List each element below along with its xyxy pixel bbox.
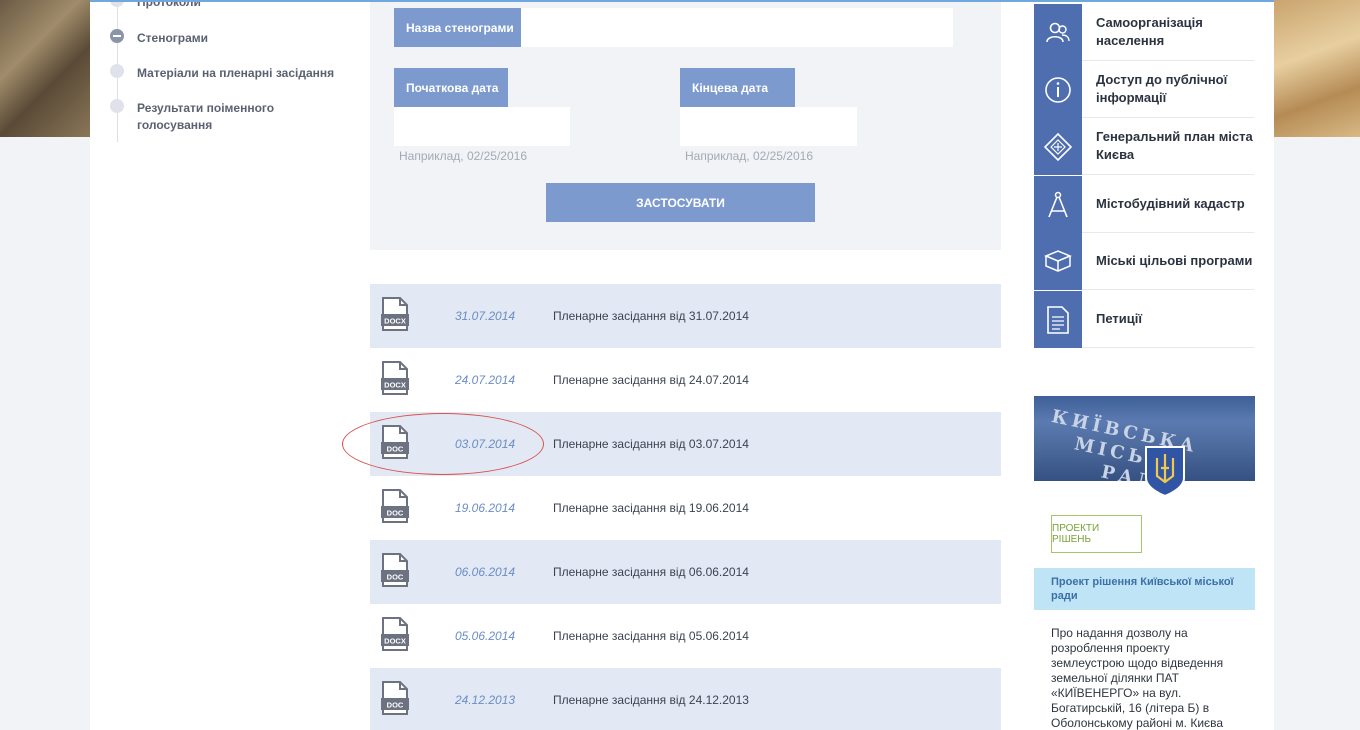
service-label: Генеральний план міста Києва — [1096, 129, 1253, 162]
document-title: Пленарне засідання від 05.06.2014 — [553, 629, 749, 643]
document-date-link[interactable]: 24.12.2013 — [455, 693, 515, 707]
info-icon — [1034, 61, 1082, 118]
document-date-link[interactable]: 05.06.2014 — [455, 629, 515, 643]
document-date-link[interactable]: 24.07.2014 — [455, 373, 515, 387]
list-item[interactable]: DOC 06.06.2014 Пленарне засідання від 06… — [370, 540, 1001, 604]
start-date-hint: Наприклад, 02/25/2016 — [399, 149, 528, 163]
service-label: Доступ до публічної інформації — [1096, 72, 1228, 105]
svg-text:DOC: DOC — [387, 573, 404, 582]
svg-text:DOC: DOC — [387, 509, 404, 518]
highlight-annotation — [342, 413, 544, 475]
service-link-general-plan[interactable]: Генеральний план міста Києва — [1034, 118, 1254, 175]
header-photo-left — [0, 0, 90, 137]
service-link-petitions[interactable]: Петиції — [1034, 291, 1254, 348]
list-item[interactable]: DOCX 05.06.2014 Пленарне засідання від 0… — [370, 604, 1001, 668]
start-date-label: Початкова дата — [394, 68, 508, 107]
end-date-hint: Наприклад, 02/25/2016 — [685, 149, 814, 163]
coat-of-arms-icon — [1145, 446, 1185, 498]
page-content: Протоколи Стенограми Матеріали на пленар… — [90, 0, 1274, 730]
docx-file-icon[interactable]: DOCX — [380, 617, 410, 651]
people-icon — [1034, 4, 1082, 61]
service-link-public-info[interactable]: Доступ до публічної інформації — [1034, 61, 1254, 118]
sidebar-item-voting-results[interactable]: Результати поіменного голосування — [110, 99, 350, 134]
sidebar-item-label: Стенограми — [137, 31, 209, 45]
list-item[interactable]: DOC 24.12.2013 Пленарне засідання від 24… — [370, 668, 1001, 730]
svg-text:DOC: DOC — [387, 701, 404, 710]
document-title: Пленарне засідання від 03.07.2014 — [553, 437, 749, 451]
service-label: Міські цільові програми — [1096, 253, 1253, 268]
draft-decisions-button[interactable]: ПРОЕКТИ РІШЕНЬ — [1051, 515, 1142, 553]
svg-text:DOCX: DOCX — [384, 317, 406, 326]
svg-text:DOCX: DOCX — [384, 381, 406, 390]
transcripts-list: DOCX 31.07.2014 Пленарне засідання від 3… — [370, 284, 1001, 730]
apply-button[interactable]: ЗАСТОСУВАТИ — [546, 183, 815, 222]
doc-file-icon[interactable]: DOC — [380, 681, 410, 715]
sidebar-nav: Протоколи Стенограми Матеріали на пленар… — [90, 0, 360, 150]
minus-bullet-icon — [110, 29, 124, 43]
sidebar-item-materials[interactable]: Матеріали на пленарні засідання — [110, 64, 350, 82]
compass-icon — [1034, 176, 1082, 233]
draft-decision-header-text: Проект рішення Київської міської ради — [1051, 576, 1234, 602]
service-label: Петиції — [1096, 311, 1143, 326]
document-date-link[interactable]: 31.07.2014 — [455, 309, 515, 323]
list-item[interactable]: DOC 19.06.2014 Пленарне засідання від 19… — [370, 476, 1001, 540]
document-date-link[interactable]: 06.06.2014 — [455, 565, 515, 579]
document-date-link[interactable]: 19.06.2014 — [455, 501, 515, 515]
service-label: Самоорганізація населення — [1096, 15, 1203, 48]
name-label: Назва стенограми — [394, 8, 521, 47]
bullet-icon — [110, 99, 124, 113]
draft-decision-header[interactable]: Проект рішення Київської міської ради — [1034, 568, 1255, 610]
document-title: Пленарне засідання від 06.06.2014 — [553, 565, 749, 579]
docx-file-icon[interactable]: DOCX — [380, 361, 410, 395]
document-title: Пленарне засідання від 31.07.2014 — [553, 309, 749, 323]
top-accent-line — [90, 0, 1274, 2]
transcript-name-input[interactable] — [521, 8, 953, 47]
sidebar-item-label: Результати поіменного голосування — [137, 101, 275, 132]
document-icon — [1034, 291, 1082, 348]
sidebar-item-transcripts[interactable]: Стенограми — [110, 29, 350, 47]
draft-decision-description[interactable]: Про надання дозволу на розроблення проек… — [1051, 626, 1241, 730]
books-icon — [1034, 233, 1082, 290]
list-item[interactable]: DOCX 24.07.2014 Пленарне засідання від 2… — [370, 348, 1001, 412]
docx-file-icon[interactable]: DOCX — [380, 297, 410, 331]
doc-file-icon[interactable]: DOC — [380, 553, 410, 587]
start-date-input[interactable] — [394, 107, 570, 146]
end-date-input[interactable] — [680, 107, 857, 146]
service-link-programs[interactable]: Міські цільові програми — [1034, 233, 1254, 290]
filter-panel: Назва стенограми Початкова дата Наприкла… — [370, 0, 1001, 250]
document-title: Пленарне засідання від 19.06.2014 — [553, 501, 749, 515]
bullet-icon — [110, 64, 124, 78]
service-link-self-organization[interactable]: Самоорганізація населення — [1034, 4, 1254, 61]
service-link-cadastre[interactable]: Містобудівний кадастр — [1034, 176, 1254, 233]
doc-file-icon[interactable]: DOC — [380, 489, 410, 523]
document-title: Пленарне засідання від 24.07.2014 — [553, 373, 749, 387]
sidebar-item-label: Матеріали на пленарні засідання — [137, 66, 335, 80]
document-title: Пленарне засідання від 24.12.2013 — [553, 693, 749, 707]
list-item[interactable]: DOCX 31.07.2014 Пленарне засідання від 3… — [370, 284, 1001, 348]
end-date-label: Кінцева дата — [680, 68, 795, 107]
map-plan-icon — [1034, 118, 1082, 175]
header-photo-right — [1274, 0, 1360, 137]
service-label: Містобудівний кадастр — [1096, 196, 1245, 211]
svg-text:DOCX: DOCX — [384, 637, 406, 646]
